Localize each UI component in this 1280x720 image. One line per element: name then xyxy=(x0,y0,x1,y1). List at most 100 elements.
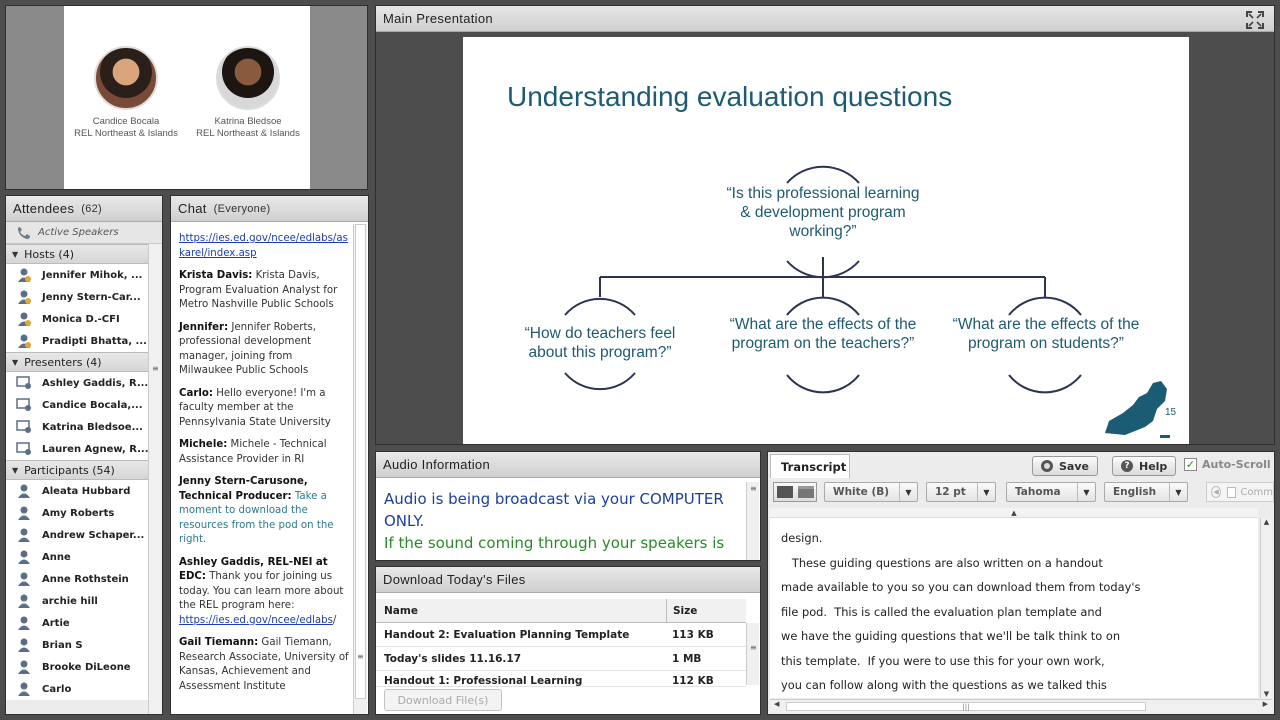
transcript-line: design. xyxy=(781,531,823,545)
attendee-row[interactable]: Candice Bocala,... xyxy=(6,394,148,416)
help-button[interactable]: ? Help xyxy=(1112,456,1177,476)
attendee-row[interactable]: Jennifer Mihok, ... xyxy=(6,264,148,286)
attendee-row[interactable]: archie hill xyxy=(6,590,148,612)
comment-field[interactable]: ◀ Comm xyxy=(1206,482,1274,502)
attendee-row[interactable]: Jenny Stern-Car... xyxy=(6,286,148,308)
files-scrollbar[interactable]: ≡ xyxy=(746,623,759,685)
files-header: Download Today's Files xyxy=(376,567,760,593)
group-label: Participants (54) xyxy=(24,463,115,477)
attendee-row[interactable]: Carlo xyxy=(6,678,148,700)
speaker-2: Katrina Bledsoe REL Northeast & Islands xyxy=(188,46,308,140)
file-row[interactable]: Handout 1: Professional Learning 112 KB xyxy=(376,671,746,687)
chat-header: Chat (Everyone) xyxy=(171,196,368,222)
scroll-grip-icon: ≡ xyxy=(750,643,757,652)
chat-scrollbar[interactable]: ≡ xyxy=(353,224,367,714)
language-select[interactable]: English ▼ xyxy=(1104,482,1188,502)
scroll-left-icon[interactable]: ◀ xyxy=(774,700,779,708)
color-select[interactable]: White (B) ▼ xyxy=(824,482,918,502)
autoscroll-toggle[interactable]: ✓ Auto-Scroll xyxy=(1184,458,1271,471)
chat-message: Jennifer: Jennifer Roberts, professional… xyxy=(179,321,349,379)
transcript-vscrollbar[interactable]: ▲ ▼ xyxy=(1260,518,1272,698)
collapse-up-icon[interactable]: ▲ xyxy=(770,508,1258,518)
scroll-thumb[interactable] xyxy=(355,224,366,699)
group-label: Presenters (4) xyxy=(24,355,102,369)
attendee-row[interactable]: Monica D.-CFI xyxy=(6,308,148,330)
attendee-row[interactable]: Brooke DiLeone xyxy=(6,656,148,678)
attendee-name: Jenny Stern-Car... xyxy=(42,291,141,303)
file-size: 113 KB xyxy=(672,628,714,641)
question-middle: “What are the effects of the program on … xyxy=(729,316,917,352)
download-files-button[interactable]: Download File(s) xyxy=(384,689,502,711)
host-user-icon xyxy=(16,267,32,283)
file-row[interactable]: Handout 2: Evaluation Planning Template 1… xyxy=(376,623,746,647)
attendee-row[interactable]: Aleata Hubbard xyxy=(6,480,148,502)
chat-sender: Gail Tiemann: xyxy=(179,637,259,648)
presenter-icon xyxy=(16,397,32,413)
attendee-name: Monica D.-CFI xyxy=(42,313,120,325)
link-part: karel/index.asp xyxy=(179,247,257,259)
attendee-row[interactable]: Ashley Gaddis, R... xyxy=(6,372,148,394)
collapse-triangle-icon: ▼ xyxy=(12,249,19,259)
chat-scope: (Everyone) xyxy=(213,202,271,215)
host-user-icon xyxy=(16,311,32,327)
scroll-down-icon[interactable]: ▼ xyxy=(1261,690,1272,698)
attendee-row[interactable]: Amy Roberts xyxy=(6,502,148,524)
scroll-grip-icon: ≡ xyxy=(357,652,364,661)
col-size[interactable]: Size xyxy=(666,598,746,623)
chat-message: Krista Davis: Krista Davis, Program Eval… xyxy=(179,269,349,313)
chat-pod: Chat (Everyone) https://ies.ed.gov/ncee/… xyxy=(170,195,369,715)
file-row[interactable]: Today's slides 11.16.17 1 MB xyxy=(376,647,746,671)
scroll-grip-icon: ≡ xyxy=(750,484,757,493)
tab-transcript[interactable]: Transcript xyxy=(770,454,850,478)
scroll-right-icon[interactable]: ▶ xyxy=(1263,700,1268,708)
active-speakers-bar: Active Speakers xyxy=(6,222,162,244)
file-size: 112 KB xyxy=(672,675,714,687)
group-hosts[interactable]: ▼ Hosts (4) xyxy=(6,244,148,264)
attendee-row[interactable]: Anne xyxy=(6,546,148,568)
col-name[interactable]: Name xyxy=(376,605,666,617)
chat-message: Michele: Michele - Technical Assistance … xyxy=(179,438,349,467)
transcript-hscrollbar[interactable]: ◀ ||| ▶ xyxy=(770,699,1272,713)
chat-sender: Carlo: xyxy=(179,387,213,399)
attendee-row[interactable]: Artie xyxy=(6,612,148,634)
fullscreen-icon[interactable] xyxy=(1246,11,1264,29)
camera-voip-pod: Candice Bocala REL Northeast & Islands K… xyxy=(5,5,368,190)
share-pod-title: Main Presentation xyxy=(383,11,493,26)
attendee-row[interactable]: Anne Rothstein xyxy=(6,568,148,590)
active-speakers-label: Active Speakers xyxy=(38,227,119,238)
attendee-row[interactable]: Lauren Agnew, R... xyxy=(6,438,148,460)
chat-link[interactable]: https://ies.ed.gov/ncee/edlabs xyxy=(179,615,333,626)
scroll-up-icon[interactable]: ▲ xyxy=(1261,518,1272,526)
view-single-icon xyxy=(776,486,793,498)
save-button[interactable]: Save xyxy=(1032,456,1098,476)
chat-link[interactable]: https://ies.ed.gov/ncee/edlabs/as karel/i… xyxy=(179,233,348,259)
group-participants[interactable]: ▼ Participants (54) xyxy=(6,460,148,480)
attendee-row[interactable]: Katrina Bledsoe... xyxy=(6,416,148,438)
font-size-select[interactable]: 12 pt ▼ xyxy=(926,482,996,502)
group-presenters[interactable]: ▼ Presenters (4) xyxy=(6,352,148,372)
select-value: 12 pt xyxy=(935,486,966,498)
link-part: https://ies.ed.gov/ncee/edlabs/as xyxy=(179,233,348,244)
group-label: Hosts (4) xyxy=(24,247,75,261)
chat-link-message: https://ies.ed.gov/ncee/edlabs/as karel/i… xyxy=(179,232,349,261)
font-select[interactable]: Tahoma ▼ xyxy=(1006,482,1096,502)
attendees-count: (62) xyxy=(81,202,103,215)
question-left: “How do teachers feel about this program… xyxy=(524,325,676,361)
save-label: Save xyxy=(1059,459,1089,473)
scroll-thumb[interactable]: ||| xyxy=(786,702,1146,711)
attendee-name: Aleata Hubbard xyxy=(42,485,131,497)
presenter-icon xyxy=(16,419,32,435)
attendee-scrollbar[interactable]: ≡ xyxy=(148,244,161,714)
question-diagram xyxy=(564,165,1170,438)
attendee-row[interactable]: Brian S xyxy=(6,634,148,656)
attendee-row[interactable]: Pradipti Bhatta, ... xyxy=(6,330,148,352)
user-icon xyxy=(16,659,32,675)
checkbox-checked-icon: ✓ xyxy=(1184,458,1197,471)
audio-header: Audio Information xyxy=(376,452,760,478)
audio-scrollbar[interactable]: ≡ xyxy=(746,482,759,560)
attendee-row[interactable]: Andrew Schaper... xyxy=(6,524,148,546)
layout-toggle[interactable] xyxy=(773,482,817,502)
attendee-name: Brian S xyxy=(42,639,83,651)
attendees-header: Attendees (62) xyxy=(6,196,162,222)
attendee-name: Andrew Schaper... xyxy=(42,529,145,541)
